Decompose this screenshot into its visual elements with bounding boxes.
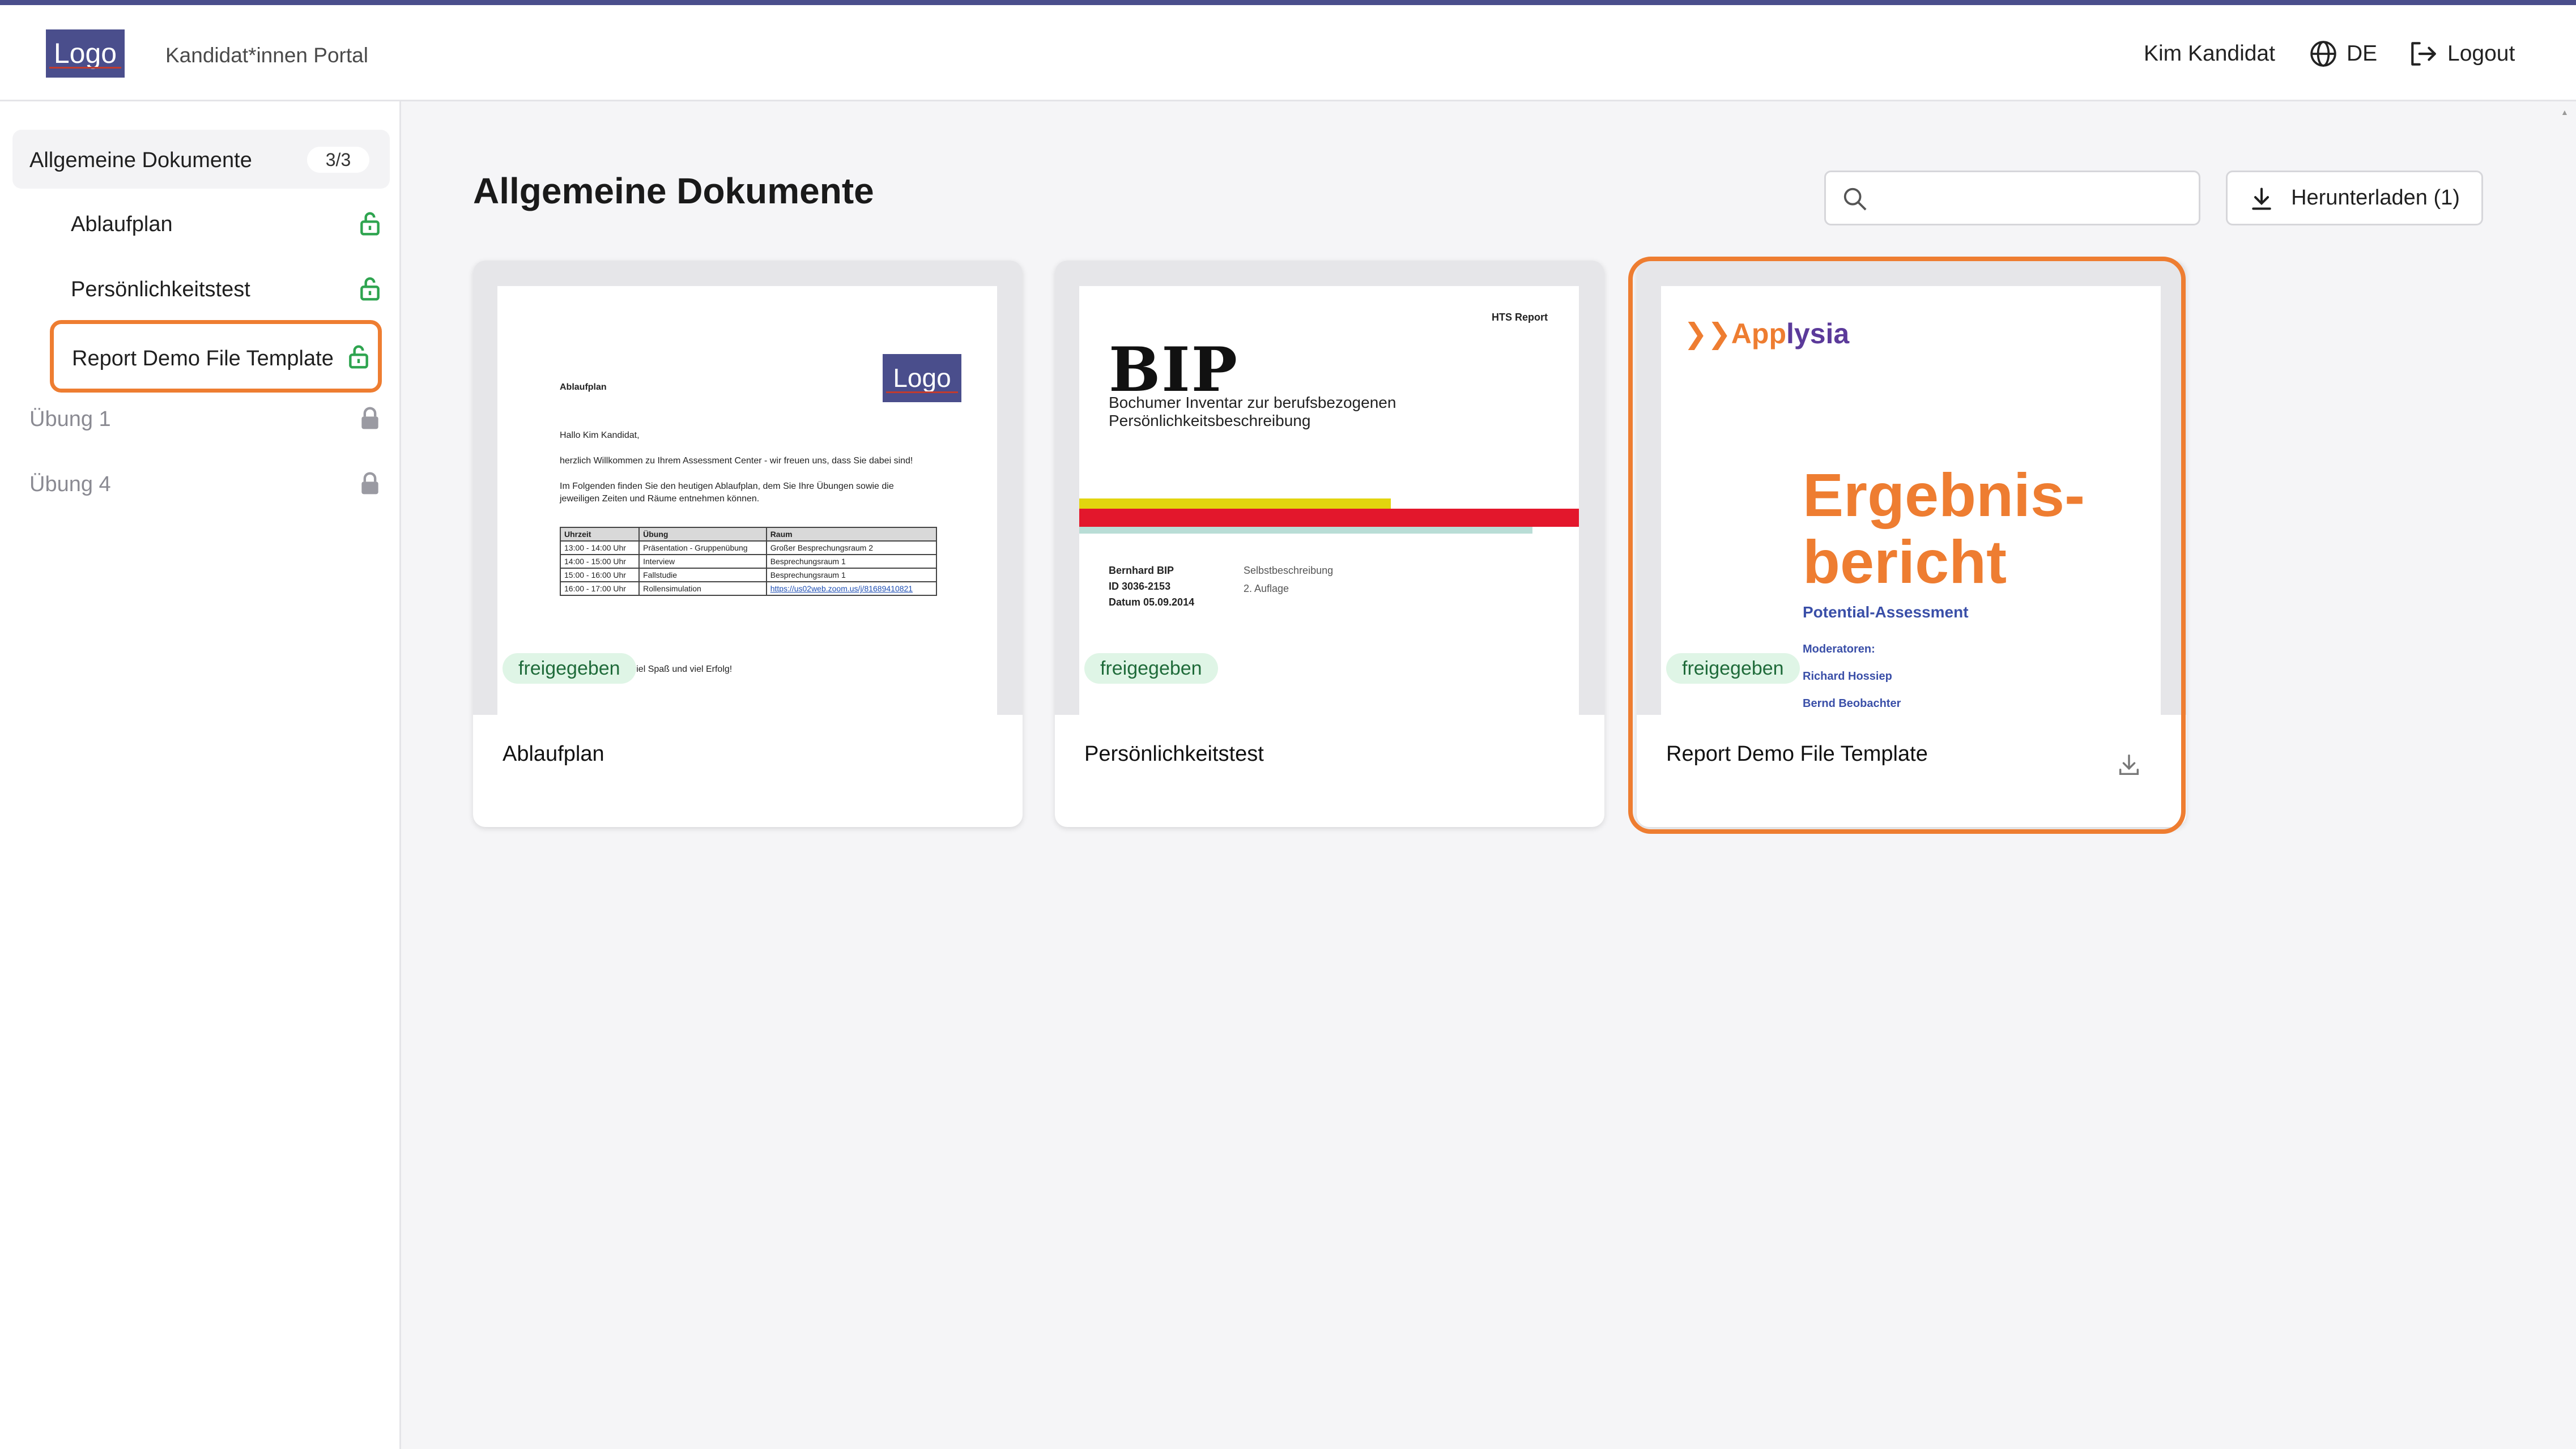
user-name[interactable]: Kim Kandidat — [2144, 41, 2275, 66]
lock-icon — [361, 472, 378, 495]
search-input[interactable] — [1880, 182, 2188, 215]
sidebar-group-count-badge: 3/3 — [307, 147, 369, 173]
thumbnail-logo: Logo — [883, 354, 961, 402]
language-switcher[interactable]: DE — [2309, 38, 2377, 70]
table-row: 15:00 - 16:00 Uhr Fallstudie Besprechung… — [559, 568, 938, 582]
thumbnail-subtitle: Bochumer Inventar zur berufsbezogenen Pe… — [1109, 394, 1396, 429]
search-icon — [1843, 187, 1867, 211]
document-preview: ❯❯Applysia Ergebnis- bericht Potential-A… — [1637, 261, 2186, 715]
sidebar: Allgemeine Dokumente 3/3 Ablaufplan Pers… — [0, 101, 401, 1449]
logout-label: Logout — [2447, 41, 2515, 66]
document-preview: Logo Ablaufplan Hallo Kim Kandidat, herz… — [473, 261, 1023, 715]
thumbnail-text: herzlich Willkommen zu Ihrem Assessment … — [560, 456, 913, 466]
chevron-right-icon: ❯❯ — [1684, 318, 1731, 350]
thumbnail-stripe-mint — [1079, 527, 1532, 534]
language-label: DE — [2347, 41, 2378, 66]
sidebar-item-report-demo-file-template[interactable]: Report Demo File Template — [50, 320, 382, 393]
page-title: Allgemeine Dokumente — [473, 171, 874, 211]
app-header: Logo Kandidat*innen Portal Kim Kandidat … — [0, 5, 2576, 101]
thumbnail-text: Im Folgenden finden Sie den heutigen Abl… — [560, 481, 894, 491]
thumbnail-title: Ergebnis- bericht — [1803, 461, 2085, 596]
thumbnail-text: Bernd Beobachter — [1803, 697, 1901, 710]
table-row: 14:00 - 15:00 Uhr Interview Besprechungs… — [559, 554, 938, 569]
download-icon — [2252, 187, 2271, 210]
document-thumbnail: HTS Report BIP Bochumer Inventar zur ber… — [1079, 286, 1579, 715]
status-badge: freigegeben — [1084, 653, 1218, 684]
thumbnail-heading: Ablaufplan — [560, 382, 607, 392]
download-icon[interactable] — [2116, 752, 2142, 778]
thumbnail-text: Hallo Kim Kandidat, — [560, 431, 640, 440]
thumbnail-text: Moderatoren: — [1803, 643, 1875, 655]
thumbnail-text: ID 3036-2153 — [1109, 581, 1171, 592]
sidebar-item-uebung-1[interactable]: Übung 1 — [12, 396, 382, 441]
document-preview: HTS Report BIP Bochumer Inventar zur ber… — [1055, 261, 1604, 715]
sidebar-item-label: Übung 4 — [29, 472, 111, 496]
sidebar-item-label: Übung 1 — [29, 407, 111, 431]
logo[interactable]: Logo — [46, 29, 125, 78]
thumbnail-report-label: HTS Report — [1492, 312, 1548, 323]
document-card-persoenlichkeitstest[interactable]: HTS Report BIP Bochumer Inventar zur ber… — [1055, 261, 1604, 827]
lock-icon — [361, 407, 378, 429]
status-badge: freigegeben — [1666, 653, 1800, 684]
sidebar-item-uebung-4[interactable]: Übung 4 — [12, 461, 382, 506]
sidebar-item-label: Report Demo File Template — [72, 347, 334, 370]
logo-text: Logo — [53, 37, 117, 69]
thumbnail-text: jeweiligen Zeiten und Räume entnehmen kö… — [560, 494, 760, 504]
top-accent-bar — [0, 0, 2576, 5]
sidebar-item-ablaufplan[interactable]: Ablaufplan — [54, 201, 382, 246]
sidebar-group-label: Allgemeine Dokumente — [29, 148, 252, 172]
download-selected-button[interactable]: Herunterladen (1) — [2226, 171, 2483, 225]
scroll-up-icon[interactable]: ▲ — [2561, 108, 2569, 117]
thumbnail-text: en viel Spaß und viel Erfolg! — [619, 664, 733, 674]
table-header-row: Uhrzeit Übung Raum — [559, 527, 938, 542]
table-row: 16:00 - 17:00 Uhr Rollensimulation https… — [559, 581, 938, 596]
logout-button[interactable]: Logout — [2408, 38, 2515, 70]
document-thumbnail: Logo Ablaufplan Hallo Kim Kandidat, herz… — [497, 286, 997, 715]
document-title: Report Demo File Template — [1666, 742, 1928, 766]
unlock-icon — [360, 277, 380, 301]
sidebar-group-allgemeine-dokumente[interactable]: Allgemeine Dokumente 3/3 — [12, 130, 390, 189]
sidebar-item-persoenlichkeitstest[interactable]: Persönlichkeitstest — [54, 266, 382, 312]
thumbnail-subtitle: Potential-Assessment — [1803, 603, 1969, 621]
applysia-logo: ❯❯Applysia — [1684, 318, 1850, 350]
thumbnail-schedule-table: Uhrzeit Übung Raum 13:00 - 14:00 Uhr Prä… — [559, 527, 938, 596]
unlock-icon — [360, 212, 380, 236]
document-card-ablaufplan[interactable]: Logo Ablaufplan Hallo Kim Kandidat, herz… — [473, 261, 1023, 827]
search-box[interactable] — [1824, 171, 2200, 225]
unlock-icon — [349, 345, 368, 369]
thumbnail-stripe-yellow — [1079, 498, 1391, 509]
thumbnail-text: 2. Auflage — [1244, 583, 1289, 594]
thumbnail-text: Selbstbeschreibung — [1244, 565, 1334, 576]
document-title: Ablaufplan — [503, 742, 604, 766]
document-title: Persönlichkeitstest — [1084, 742, 1264, 766]
sidebar-item-label: Ablaufplan — [71, 212, 173, 236]
thumbnail-text: Bernhard BIP — [1109, 565, 1174, 576]
status-badge: freigegeben — [503, 653, 636, 684]
document-card-report-demo-file-template[interactable]: ❯❯Applysia Ergebnis- bericht Potential-A… — [1637, 261, 2186, 827]
thumbnail-stripe-red — [1079, 509, 1579, 527]
globe-icon — [2310, 41, 2336, 67]
logout-icon — [2411, 42, 2436, 66]
thumbnail-text: Datum 05.09.2014 — [1109, 596, 1195, 608]
sidebar-item-label: Persönlichkeitstest — [71, 278, 250, 301]
portal-title: Kandidat*innen Portal — [165, 44, 368, 67]
download-button-label: Herunterladen (1) — [2291, 186, 2460, 210]
table-row: 13:00 - 14:00 Uhr Präsentation - Gruppen… — [559, 540, 938, 555]
document-thumbnail: ❯❯Applysia Ergebnis- bericht Potential-A… — [1661, 286, 2161, 715]
thumbnail-text: Richard Hossiep — [1803, 670, 1892, 683]
